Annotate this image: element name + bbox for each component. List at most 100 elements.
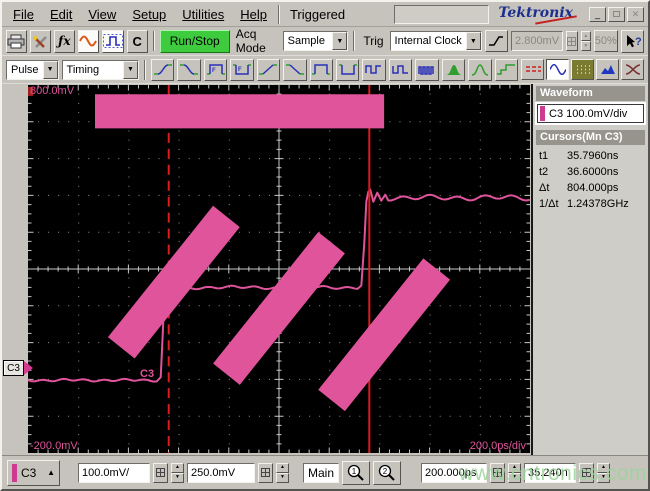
measure-fall-ramp-button[interactable]	[283, 58, 307, 81]
measure-fall-time-button[interactable]	[177, 58, 201, 81]
spin-down-icon[interactable]: ▼	[597, 472, 611, 483]
channel-scale-label: C3 100.0mV/div	[549, 107, 628, 120]
vertical-offset-field[interactable]: 250.0mV	[187, 462, 255, 483]
menu-utilities[interactable]: Utilities	[175, 5, 231, 24]
trig-level-field[interactable]: 2.800mV	[511, 31, 564, 51]
cursor-freq-value: 1.24378GHz	[567, 198, 629, 210]
keypad-icon	[493, 468, 503, 477]
spin-up-icon[interactable]: ▲	[508, 462, 522, 473]
channel-color-chip	[540, 106, 545, 121]
waveform-button[interactable]	[77, 29, 99, 53]
cursor-freq-label: 1/Δt	[539, 198, 559, 210]
measure-neg-width-button[interactable]	[336, 58, 360, 81]
c-cursor-button[interactable]: C	[126, 29, 148, 53]
display-vectors-button[interactable]	[521, 59, 545, 80]
display-sine-button[interactable]	[546, 59, 570, 80]
cursor-t1-label: t1	[539, 150, 549, 162]
acq-mode-value: Sample	[287, 35, 325, 47]
fall-ramp-icon	[285, 64, 304, 75]
zoom-2-button[interactable]: 2	[373, 460, 402, 485]
display-histogram-button[interactable]	[596, 59, 620, 80]
channel-arrow-icon	[24, 361, 33, 375]
keypad-button[interactable]	[490, 462, 506, 483]
measure-pos-duty-button[interactable]	[362, 58, 386, 81]
vertical-scale-spinner[interactable]: ▲ ▼	[171, 462, 184, 483]
toolbar-separator	[353, 31, 356, 51]
spin-down-icon[interactable]: ▼	[508, 472, 522, 483]
graticule-display[interactable]: 800.0mV -200.0mV 200.0ps/div C3	[28, 85, 530, 453]
measure-step-button[interactable]	[494, 58, 519, 81]
trig-source-dropdown[interactable]: Internal Clock ▼	[389, 31, 482, 51]
cursor-t1-row: t1 35.7960ns	[536, 148, 645, 164]
measure-category-dropdown[interactable]: Timing ▼	[61, 59, 139, 80]
measure-freq-neg-button[interactable]: F	[230, 58, 254, 81]
toolbar-main: ƒx C Run/Stop Acq Mode Sample ▼ Trig Int…	[2, 27, 648, 56]
display-eye-button[interactable]	[621, 59, 645, 80]
spin-down-icon[interactable]: ▼	[171, 472, 184, 483]
menu-file[interactable]: File	[6, 5, 41, 24]
keypad-button[interactable]	[153, 462, 168, 483]
measure-freq-pos-button[interactable]: F	[203, 58, 228, 81]
signal-type-dropdown[interactable]: Pulse ▼	[6, 59, 59, 80]
peak-filled-icon	[445, 65, 462, 75]
horizontal-scale-field[interactable]: 200.000ps	[421, 462, 488, 483]
step-icon	[497, 64, 516, 75]
set-50-percent-button[interactable]: 50%	[593, 30, 618, 52]
close-button[interactable]: ✕	[627, 6, 644, 22]
vertical-offset-spinner[interactable]: ▲ ▼	[276, 462, 289, 483]
measure-rise-ramp-button[interactable]	[256, 58, 281, 81]
run-stop-button[interactable]: Run/Stop	[159, 29, 230, 53]
wave-icon	[79, 35, 98, 47]
vertical-scale-field[interactable]: 100.0mV/	[78, 462, 150, 483]
rise-ramp-icon	[259, 64, 278, 75]
minimize-button[interactable]: _	[589, 6, 606, 22]
channel-position-marker[interactable]: C3	[3, 360, 33, 376]
horizontal-position-spinner[interactable]: ▲ ▼	[597, 462, 611, 483]
svg-text:2: 2	[383, 467, 388, 476]
keypad-button[interactable]	[579, 462, 595, 483]
measure-peak-button[interactable]	[441, 58, 466, 81]
measure-neg-duty-button[interactable]	[388, 58, 413, 81]
measure-rise-time-button[interactable]	[150, 58, 175, 81]
menu-edit[interactable]: Edit	[43, 5, 79, 24]
spin-up-icon[interactable]: ▲	[597, 462, 611, 473]
cursor-t2-value: 36.6000ns	[567, 166, 619, 178]
menu-view[interactable]: View	[81, 5, 123, 24]
menu-help[interactable]: Help	[233, 5, 274, 24]
acq-mode-dropdown[interactable]: Sample ▼	[282, 31, 349, 51]
rise-curve-icon	[153, 64, 172, 75]
channel-row[interactable]: C3 100.0mV/div	[537, 104, 644, 123]
keypad-button[interactable]	[258, 462, 273, 483]
dots-icon	[576, 65, 590, 74]
spin-up-icon[interactable]: ▲	[276, 462, 289, 473]
spin-down-icon[interactable]: ▼	[276, 472, 289, 483]
chevron-down-icon[interactable]: ▼	[465, 32, 481, 50]
print-button[interactable]	[6, 29, 27, 53]
pulse-select-button[interactable]	[101, 29, 124, 53]
measure-peak-outline-button[interactable]	[468, 58, 492, 81]
keypad-button[interactable]	[566, 31, 578, 51]
oscilloscope-window: File Edit View Setup Utilities Help Trig…	[0, 0, 650, 491]
trig-slope-button[interactable]	[484, 30, 509, 52]
restore-button[interactable]	[608, 6, 625, 22]
zoom-1-button[interactable]: 1	[342, 460, 371, 485]
trig-level-spinner[interactable]: ▲ ▼	[580, 31, 591, 51]
measure-pos-width-button[interactable]	[309, 58, 334, 81]
spin-up-icon[interactable]: ▲	[580, 31, 591, 41]
tools-button[interactable]	[29, 29, 51, 53]
context-help-button[interactable]: ?	[620, 29, 644, 53]
trig-source-value: Internal Clock	[394, 35, 462, 47]
chevron-down-icon[interactable]: ▼	[122, 60, 138, 79]
measure-burst-button[interactable]	[415, 58, 439, 81]
spin-up-icon[interactable]: ▲	[171, 462, 184, 473]
chevron-down-icon[interactable]: ▼	[332, 32, 348, 50]
chevron-down-icon[interactable]: ▼	[42, 60, 58, 79]
display-dots-button[interactable]	[571, 59, 595, 80]
menu-setup[interactable]: Setup	[125, 5, 173, 24]
cursors-header: Cursors(Mn C3)	[536, 130, 645, 145]
math-fx-button[interactable]: ƒx	[53, 29, 75, 53]
spin-down-icon[interactable]: ▼	[580, 41, 591, 51]
horizontal-scale-spinner[interactable]: ▲ ▼	[508, 462, 522, 483]
channel-selector-button[interactable]: C3 ▲	[7, 459, 60, 486]
horizontal-position-field[interactable]: 35.240n	[524, 462, 577, 483]
